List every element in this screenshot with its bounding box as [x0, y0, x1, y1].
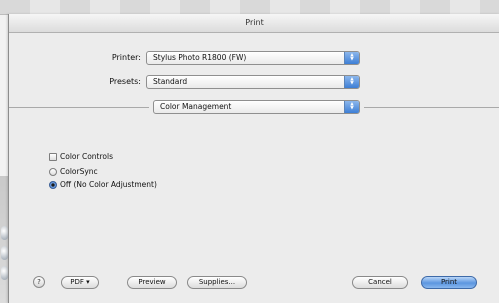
updown-arrows-icon: ▲ ▼ [344, 76, 359, 88]
colorsync-option[interactable]: ColorSync [49, 167, 98, 177]
background-window-strip [0, 0, 499, 15]
supplies-button[interactable]: Supplies... [187, 276, 247, 289]
off-radio[interactable] [49, 181, 57, 189]
printer-value: Stylus Photo R1800 (FW) [153, 53, 247, 62]
presets-value: Standard [153, 77, 188, 86]
color-controls-option[interactable]: Color Controls [49, 152, 113, 162]
print-dialog: Print Printer: Stylus Photo R1800 (FW) ▲… [8, 14, 499, 303]
printer-popup[interactable]: Stylus Photo R1800 (FW) ▲ ▼ [146, 51, 360, 65]
separator-left [9, 107, 149, 108]
presets-popup[interactable]: Standard ▲ ▼ [146, 75, 360, 89]
off-option[interactable]: Off (No Color Adjustment) [49, 180, 157, 190]
preview-button[interactable]: Preview [127, 276, 177, 289]
cancel-button[interactable]: Cancel [352, 276, 408, 289]
print-button[interactable]: Print [421, 276, 477, 289]
presets-label: Presets: [109, 77, 141, 86]
separator-right [364, 107, 499, 108]
background-knob-icon [1, 226, 8, 240]
pdf-button[interactable]: PDF ▾ [61, 276, 99, 289]
colorsync-radio[interactable] [49, 168, 57, 176]
updown-arrows-icon: ▲ ▼ [344, 52, 359, 64]
window-title: Print [9, 14, 499, 33]
background-knob-icon [1, 246, 8, 260]
help-icon[interactable]: ? [33, 276, 45, 288]
panel-value: Color Management [160, 102, 232, 111]
off-label: Off (No Color Adjustment) [60, 180, 157, 189]
panel-popup[interactable]: Color Management ▲ ▼ [153, 100, 360, 114]
printer-label: Printer: [111, 53, 141, 62]
color-controls-label: Color Controls [60, 152, 113, 161]
colorsync-label: ColorSync [60, 167, 98, 176]
background-knob-icon [1, 266, 8, 280]
updown-arrows-icon: ▲ ▼ [344, 101, 359, 113]
color-controls-checkbox[interactable] [49, 153, 57, 161]
